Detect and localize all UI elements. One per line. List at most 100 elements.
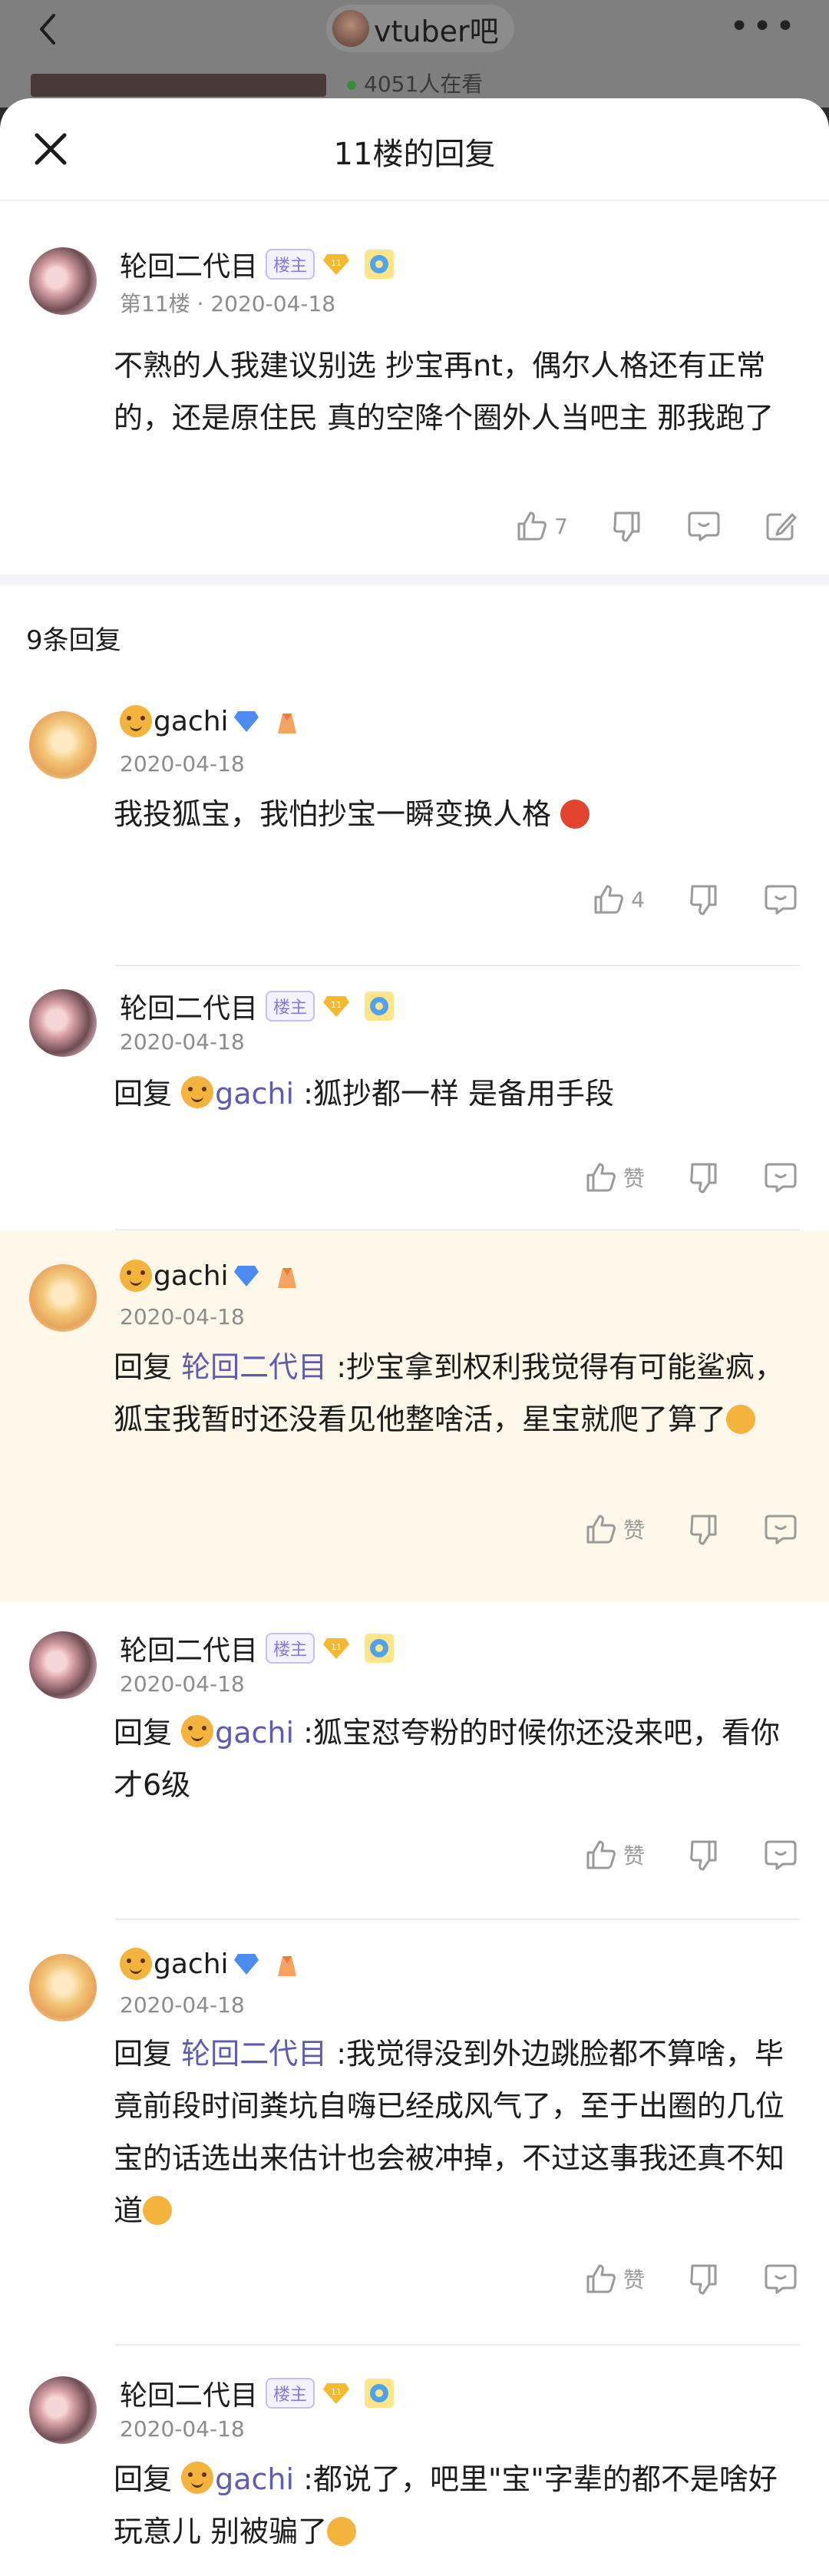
reply-content: 回复 轮回二代目 :抄宝拿到权利我觉得有可能鲨疯，狐宝我暂时还没看见他整啥活，星…: [114, 1350, 784, 1436]
prayer-icon: [277, 1268, 296, 1288]
username[interactable]: gachi: [154, 1260, 229, 1292]
like-label: 赞: [623, 1166, 645, 1191]
reply-date: 2020-04-18: [120, 1304, 245, 1329]
thumbs-up-icon: [586, 1515, 616, 1544]
like-button[interactable]: 赞: [583, 2261, 645, 2296]
dislike-button[interactable]: [686, 882, 722, 917]
user-row: 轮回二代目 楼主 11: [120, 2373, 396, 2413]
username[interactable]: gachi: [154, 706, 229, 737]
thumbs-down-icon: [613, 512, 640, 542]
reply-content: 回复 gachi :都说了，吧里"宝"字辈的都不是啥好玩意儿 别被骗了: [114, 2462, 778, 2548]
username[interactable]: gachi: [154, 1949, 229, 1980]
like-label: 4: [631, 886, 645, 912]
diamond-badge-icon: [233, 1954, 259, 1975]
comment-button[interactable]: [763, 1160, 798, 1195]
online-count: 4051人在看: [347, 68, 483, 98]
reply-item: gachi 2020-04-18 我投狐宝，我怕抄宝一瞬变换人格 4: [0, 687, 829, 966]
reply-content: 回复 gachi :狐抄都一样 是备用手段: [114, 1076, 615, 1111]
avatar[interactable]: [29, 1264, 97, 1332]
level-badge-icon: 11: [323, 1638, 350, 1659]
avatar[interactable]: [29, 989, 97, 1057]
cat-emoji-icon: [181, 2462, 214, 2494]
reply-to-link[interactable]: 轮回二代目: [181, 2037, 327, 2071]
like-button[interactable]: 赞: [583, 1160, 645, 1195]
avatar[interactable]: [29, 247, 97, 315]
thumbs-down-icon: [690, 1163, 717, 1194]
post-meta: 第11楼 · 2020-04-18: [120, 291, 336, 316]
dislike-button[interactable]: [686, 2261, 722, 2296]
reply-sheet: 11楼的回复 轮回二代目 楼主 11 第11楼 · 2020-04-18 不熟的…: [0, 98, 829, 2576]
reply-date: 2020-04-18: [120, 751, 245, 776]
prayer-icon: [277, 714, 296, 733]
comment-icon: [688, 512, 720, 541]
host-badge: 楼主: [266, 249, 315, 280]
user-row: 轮回二代目 楼主 11: [120, 1628, 396, 1668]
like-button[interactable]: 4: [591, 882, 645, 917]
sweat-emoji-icon: [143, 2196, 173, 2225]
username[interactable]: 轮回二代目: [120, 1628, 258, 1668]
username[interactable]: 轮回二代目: [120, 986, 258, 1026]
reply-item-highlighted: gachi 2020-04-18 回复 轮回二代目 :抄宝拿到权利我觉得有可能鲨…: [0, 1230, 829, 1602]
svg-text:11: 11: [331, 1642, 342, 1652]
dislike-button[interactable]: [686, 1160, 722, 1195]
apple-emoji-icon: [560, 800, 590, 829]
avatar[interactable]: [29, 1954, 97, 2021]
comment-button[interactable]: [763, 2261, 798, 2296]
avatar[interactable]: [29, 1631, 97, 1699]
thumbs-down-icon: [690, 2264, 717, 2295]
comment-button[interactable]: [763, 1511, 798, 1547]
dislike-button[interactable]: [686, 1511, 722, 1547]
like-button[interactable]: 赞: [583, 1837, 645, 1872]
gear-icon: [365, 250, 395, 279]
diamond-badge-icon: [233, 1266, 259, 1286]
edit-button[interactable]: [763, 508, 798, 544]
gear-icon: [365, 992, 395, 1021]
dislike-button[interactable]: [686, 1837, 722, 1872]
floor-label: 第11楼: [120, 291, 190, 316]
comment-button[interactable]: [686, 508, 722, 544]
reply-to-link[interactable]: gachi: [181, 2462, 294, 2496]
reply-actions: 赞: [542, 1837, 798, 1872]
thumbs-down-icon: [690, 1840, 717, 1871]
reply-content: 回复 gachi :狐宝怼夸粉的时候你还没来吧，看你才6级: [114, 1715, 780, 1802]
comment-button[interactable]: [763, 1837, 798, 1872]
thumbs-up-icon: [586, 2264, 616, 2293]
comment-button[interactable]: [763, 882, 798, 917]
reply-to-link[interactable]: gachi: [181, 1715, 294, 1750]
reply-actions: 4: [550, 882, 798, 917]
comment-icon: [765, 1515, 797, 1545]
reply-to-link[interactable]: 轮回二代目: [181, 1350, 327, 1384]
thumbs-up-icon: [586, 1840, 616, 1869]
post-date: 2020-04-18: [210, 291, 336, 316]
avatar[interactable]: [29, 2376, 97, 2444]
cat-emoji-icon: [181, 1715, 214, 1747]
more-icon: •••: [729, 7, 798, 46]
dislike-button[interactable]: [609, 508, 645, 544]
forum-title-pill: vtuber吧: [326, 5, 514, 52]
svg-text:11: 11: [331, 1000, 342, 1010]
cat-emoji-icon: [120, 705, 152, 737]
svg-text:11: 11: [331, 258, 342, 268]
reply-date: 2020-04-18: [120, 1671, 245, 1697]
thumbs-down-icon: [690, 885, 717, 916]
username[interactable]: 轮回二代目: [120, 244, 258, 284]
cat-emoji-icon: [120, 1260, 152, 1292]
sheet-title: 11楼的回复: [333, 137, 496, 172]
sheet-header: 11楼的回复: [0, 98, 829, 201]
like-button[interactable]: 赞: [583, 1511, 645, 1547]
avatar[interactable]: [29, 711, 97, 779]
like-label: 赞: [623, 2267, 645, 2293]
username[interactable]: 轮回二代目: [120, 2373, 258, 2413]
reply-item: 轮回二代目 楼主 11 2020-04-18 回复 gachi :狐抄都一样 是…: [0, 966, 829, 1230]
reply-count-label: 9条回复: [26, 625, 121, 656]
post-separator: [0, 574, 829, 585]
reply-actions: 赞: [542, 2261, 798, 2296]
user-row: 轮回二代目 楼主 11: [120, 244, 396, 284]
reply-to-link[interactable]: gachi: [181, 1076, 294, 1111]
like-button[interactable]: 7: [514, 508, 568, 544]
gear-icon: [365, 1634, 395, 1663]
prayer-icon: [277, 1956, 296, 1976]
thumbs-down-icon: [690, 1515, 717, 1545]
back-icon: [40, 14, 55, 45]
forum-title: vtuber吧: [374, 14, 499, 48]
